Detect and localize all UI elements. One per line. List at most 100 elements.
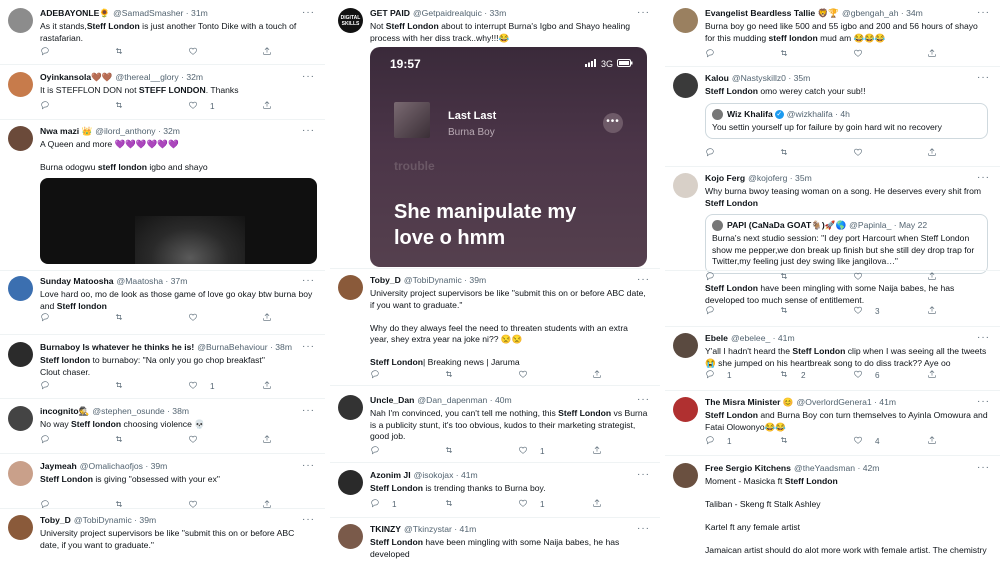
avatar[interactable] <box>673 73 698 98</box>
share-button[interactable] <box>262 434 272 448</box>
author-handle[interactable]: @Getpaidrealquic · 33m <box>413 8 506 19</box>
share-button[interactable] <box>927 435 937 449</box>
author-name[interactable]: Jaymeah <box>40 461 77 472</box>
retweet-button[interactable] <box>779 147 801 161</box>
share-button[interactable] <box>927 147 937 161</box>
author-handle[interactable]: @Dan_dapenman · 40m <box>417 395 511 406</box>
author-name[interactable]: incognito🕵 <box>40 406 89 417</box>
quoted-tweet[interactable]: PAPI (CaNaDa GOAT🐐)🚀🌎 @Papinla_ · May 22 B… <box>705 214 988 274</box>
author-name[interactable]: The Misra Minister 😊 <box>705 397 794 408</box>
author-handle[interactable]: @Omalichaofjos · 39m <box>80 461 168 472</box>
share-button[interactable] <box>927 305 937 319</box>
retweet-button[interactable] <box>114 46 136 60</box>
reply-button[interactable]: 1 <box>370 498 397 512</box>
share-button[interactable] <box>262 100 272 114</box>
like-button[interactable] <box>853 147 875 161</box>
share-button[interactable] <box>592 445 602 459</box>
reply-button[interactable] <box>40 100 62 114</box>
author-handle[interactable]: @ilord_anthony · 32m <box>95 126 180 137</box>
share-button[interactable] <box>592 498 602 512</box>
author-name[interactable]: Evangelist Beardless Tallie 🦁🏆 <box>705 8 839 19</box>
like-button[interactable]: 3 <box>853 305 880 319</box>
avatar[interactable] <box>673 173 698 198</box>
like-button[interactable]: 1 <box>518 498 545 512</box>
like-button[interactable] <box>188 46 210 60</box>
like-button[interactable]: 1 <box>188 380 215 394</box>
like-button[interactable]: 1 <box>188 100 215 114</box>
author-handle[interactable]: @theYaadsman · 42m <box>794 463 879 474</box>
retweet-button[interactable] <box>114 499 136 513</box>
author-name[interactable]: Oyinkansola🤎🤎 <box>40 72 113 83</box>
reply-button[interactable] <box>40 380 62 394</box>
author-handle[interactable]: @Nastyskillz0 · 35m <box>732 73 810 84</box>
author-name[interactable]: Azonim JI <box>370 470 411 481</box>
author-handle[interactable]: @Tkinzystar · 41m <box>404 524 476 535</box>
retweet-button[interactable] <box>444 369 466 383</box>
avatar[interactable] <box>8 126 33 151</box>
author-handle[interactable]: @OverlordGenera1 · 41m <box>797 397 896 408</box>
share-button[interactable] <box>927 48 937 62</box>
reply-button[interactable] <box>40 499 62 513</box>
retweet-button[interactable] <box>779 305 801 319</box>
author-handle[interactable]: @ebelee_ · 41m <box>731 333 795 344</box>
avatar[interactable] <box>8 461 33 486</box>
like-button[interactable] <box>188 434 210 448</box>
reply-button[interactable] <box>40 46 62 60</box>
author-handle[interactable]: @TobiDynamic · 39m <box>404 275 486 286</box>
like-button[interactable] <box>188 499 210 513</box>
tweet-media-phone-screenshot[interactable]: 19:57 3G Last Last Burna Boy ••• trouble She m… <box>370 47 647 267</box>
author-name[interactable]: Nwa mazi 👑 <box>40 126 92 137</box>
retweet-button[interactable] <box>114 312 136 326</box>
author-handle[interactable]: @thereal__glory · 32m <box>116 72 204 83</box>
author-handle[interactable]: @BurnaBehaviour · 38m <box>197 342 292 353</box>
author-handle[interactable]: @stephen_osunde · 38m <box>92 406 189 417</box>
reply-button[interactable] <box>370 445 392 459</box>
like-button[interactable] <box>853 48 875 62</box>
avatar[interactable] <box>8 8 33 33</box>
retweet-button[interactable] <box>114 434 136 448</box>
song-more-icon[interactable]: ••• <box>603 113 623 133</box>
retweet-button[interactable] <box>779 435 801 449</box>
share-button[interactable] <box>262 46 272 60</box>
author-name[interactable]: Ebele <box>705 333 728 344</box>
like-button[interactable]: 4 <box>853 435 880 449</box>
avatar[interactable] <box>338 395 363 420</box>
share-button[interactable] <box>262 312 272 326</box>
reply-button[interactable] <box>40 434 62 448</box>
reply-button[interactable] <box>370 369 392 383</box>
author-handle[interactable]: @Maatosha · 37m <box>117 276 188 287</box>
avatar[interactable] <box>338 275 363 300</box>
retweet-button[interactable] <box>444 445 466 459</box>
author-name[interactable]: Sunday Matoosha <box>40 276 114 287</box>
share-button[interactable] <box>592 369 602 383</box>
author-handle[interactable]: @SamadSmasher · 31m <box>113 8 208 19</box>
reply-button[interactable] <box>705 147 727 161</box>
avatar[interactable] <box>8 406 33 431</box>
like-button[interactable] <box>188 312 210 326</box>
author-name[interactable]: TKINZY <box>370 524 401 535</box>
tweet-media-image[interactable] <box>40 178 317 264</box>
retweet-button[interactable] <box>444 498 466 512</box>
like-button[interactable] <box>518 369 540 383</box>
author-name[interactable]: ADEBAYONLE🌻 <box>40 8 110 19</box>
avatar[interactable] <box>8 342 33 367</box>
share-button[interactable] <box>927 369 937 383</box>
share-button[interactable] <box>262 499 272 513</box>
avatar[interactable] <box>673 333 698 358</box>
quoted-tweet[interactable]: Wiz Khalifa ✓ @wizkhalifa · 4h You settin y… <box>705 102 988 140</box>
author-name[interactable]: Free Sergio Kitchens <box>705 463 791 474</box>
like-button[interactable]: 6 <box>853 369 880 383</box>
avatar[interactable] <box>673 397 698 422</box>
author-name[interactable]: GET PAID <box>370 8 410 19</box>
avatar[interactable]: DIGITAL SKILLS <box>338 8 363 33</box>
avatar[interactable] <box>673 463 698 488</box>
retweet-button[interactable] <box>114 380 136 394</box>
reply-button[interactable]: 1 <box>705 435 732 449</box>
author-name[interactable]: Kalou <box>705 73 729 84</box>
author-name[interactable]: Uncle_Dan <box>370 395 414 406</box>
avatar[interactable] <box>673 8 698 33</box>
author-handle[interactable]: @kojoferg · 35m <box>748 173 812 184</box>
author-name[interactable]: Burnaboy Is whatever he thinks he is! <box>40 342 194 353</box>
retweet-button[interactable] <box>114 100 136 114</box>
author-name[interactable]: Toby_D <box>370 275 401 286</box>
